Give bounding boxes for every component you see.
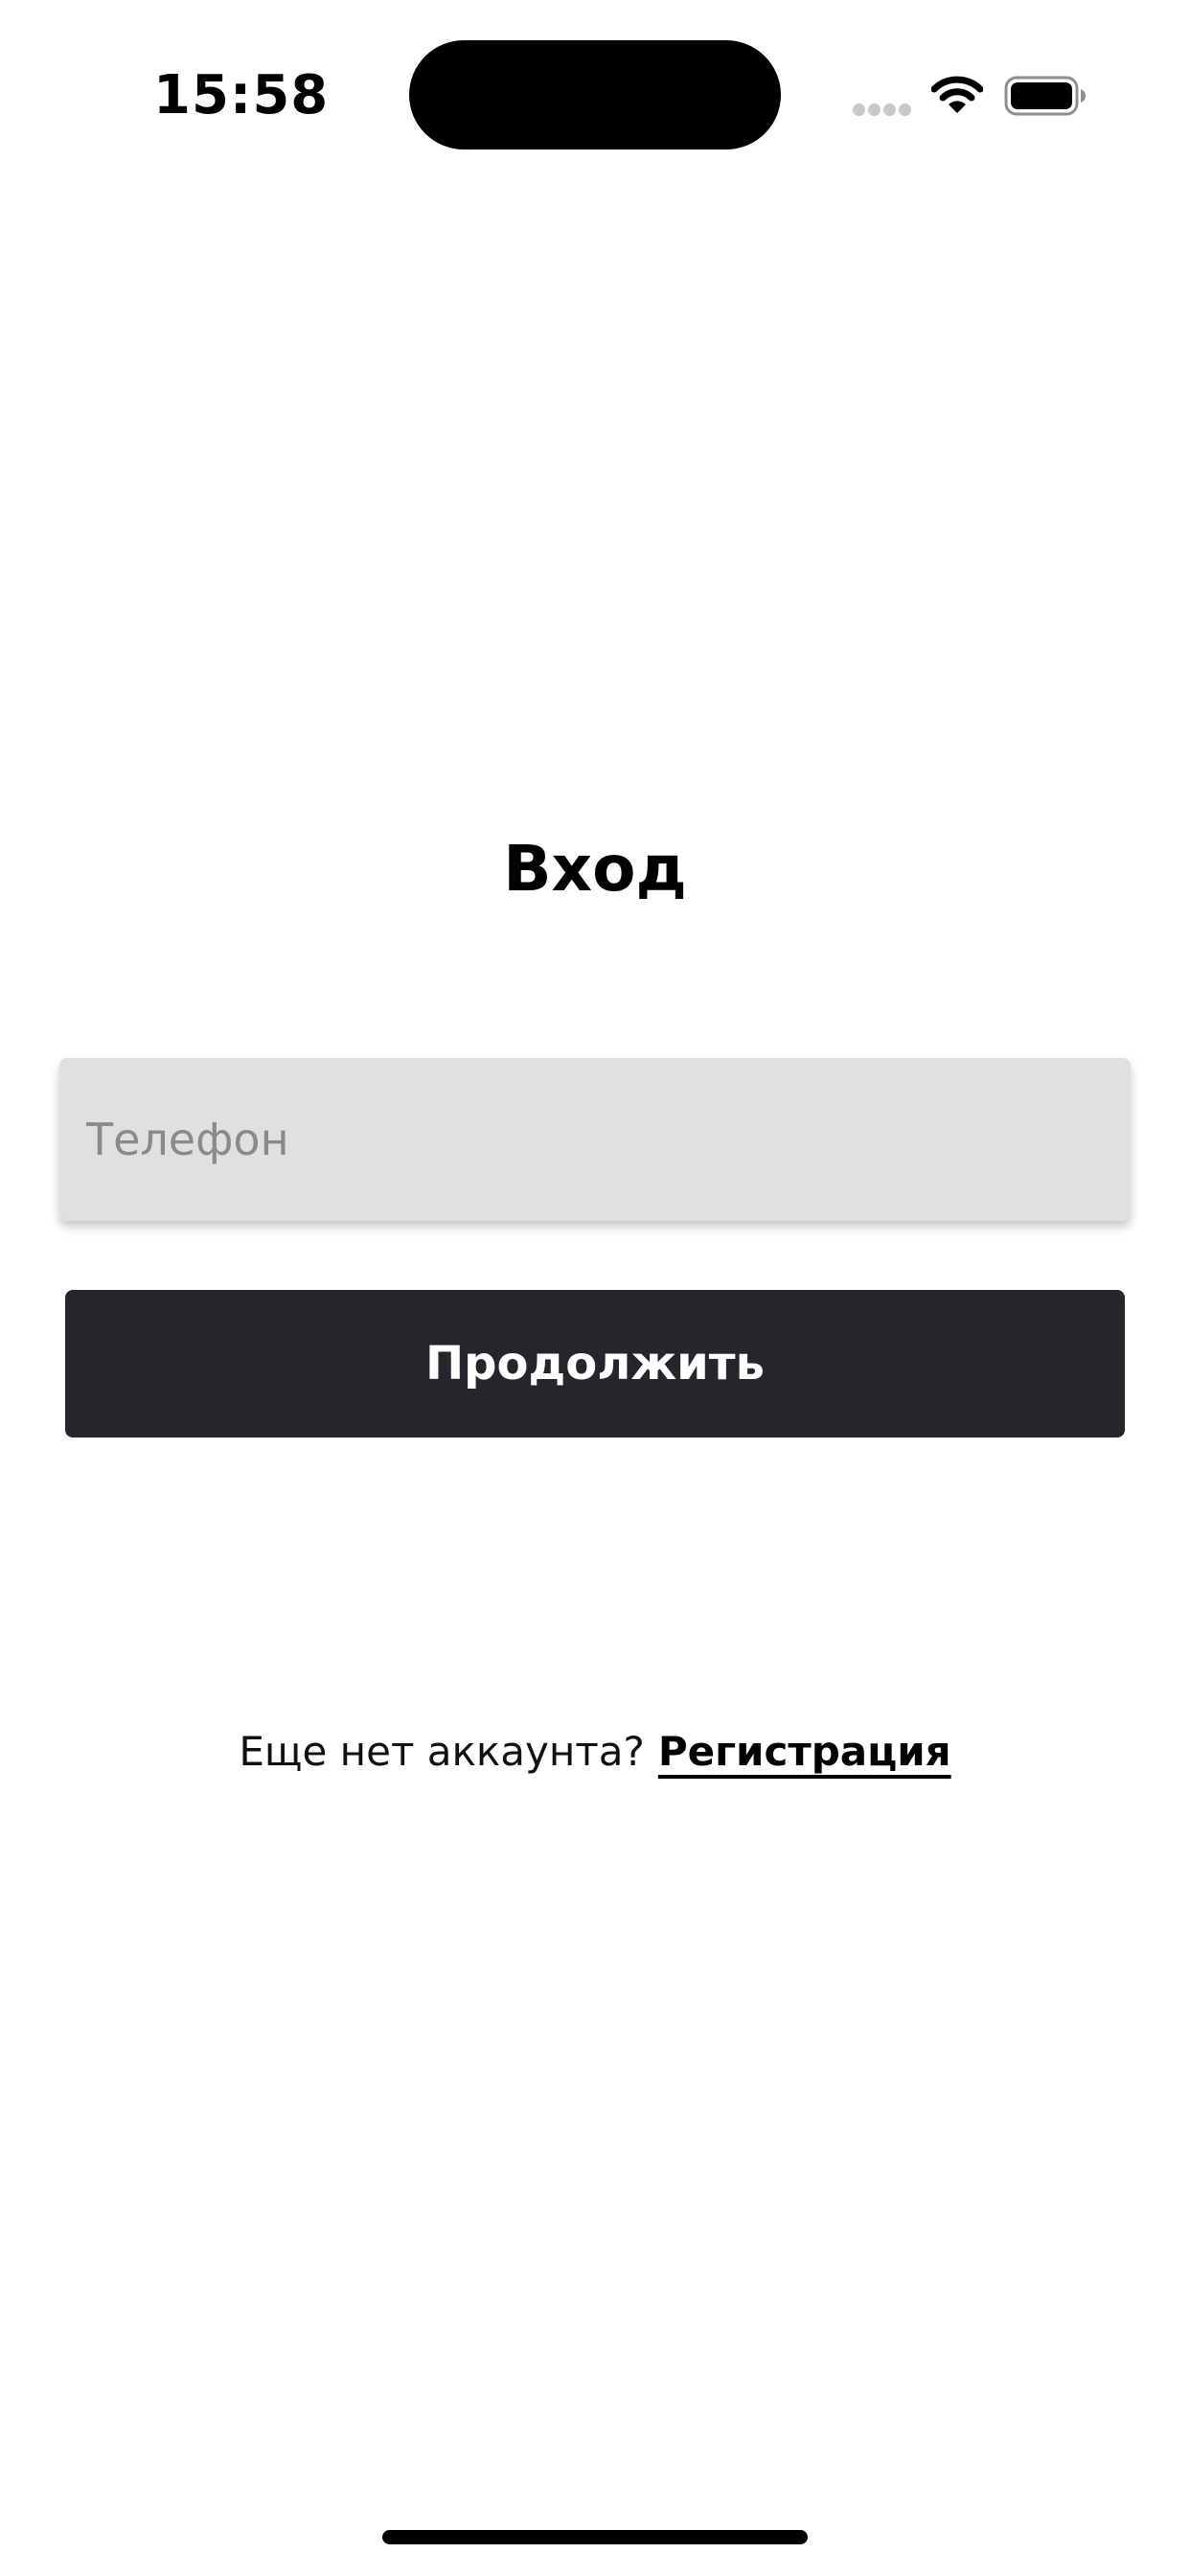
- cellular-signal-icon: [853, 104, 912, 117]
- page-title: Вход: [503, 832, 687, 906]
- phone-input[interactable]: [86, 1058, 1102, 1221]
- phone-field[interactable]: [59, 1058, 1131, 1221]
- home-indicator[interactable]: [382, 2530, 808, 2544]
- signup-link[interactable]: Регистрация: [658, 1728, 951, 1775]
- battery-icon: [1004, 76, 1086, 116]
- signup-row: Еще нет аккаунта? Регистрация: [0, 1721, 1190, 1782]
- status-time: 15:58: [153, 64, 330, 126]
- continue-button[interactable]: Продолжить: [65, 1290, 1125, 1438]
- dynamic-island: [409, 40, 781, 150]
- wifi-icon: [931, 76, 983, 113]
- signup-prompt: Еще нет аккаунта?: [239, 1728, 645, 1775]
